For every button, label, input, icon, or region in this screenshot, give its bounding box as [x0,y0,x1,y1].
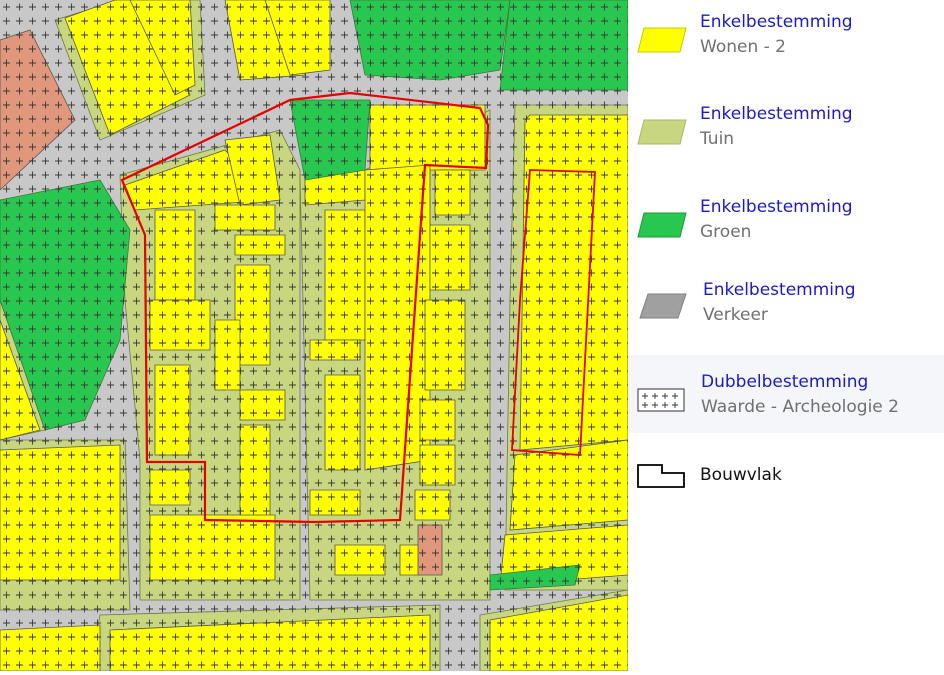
groen-swatch [637,212,687,238]
tuin-swatch [637,119,687,145]
legend-item-groen[interactable]: Enkelbestemming Groen [628,185,944,265]
legend-item-tuin[interactable]: Enkelbestemming Tuin [628,92,944,172]
legend-title: Bouwvlak [700,465,782,485]
legend-item-bouwvlak[interactable]: Bouwvlak [628,445,944,505]
legend-item-verkeer[interactable]: Enkelbestemming Verkeer [628,268,944,348]
archeologie-pattern [0,0,628,671]
legend-title: Dubbelbestemming [701,372,869,392]
legend: Enkelbestemming Wonen - 2 Enkelbestemmin… [628,0,944,671]
legend-subtitle: Tuin [700,129,735,149]
legend-subtitle: Waarde - Archeologie 2 [701,397,899,417]
legend-item-archeologie[interactable]: Dubbelbestemming Waarde - Archeologie 2 [628,355,944,433]
verkeer-swatch [639,293,687,319]
legend-item-wonen[interactable]: Enkelbestemming Wonen - 2 [628,0,944,80]
legend-title: Enkelbestemming [700,104,853,124]
legend-subtitle: Wonen - 2 [700,37,786,57]
legend-title: Enkelbestemming [700,197,853,217]
zoning-map[interactable] [0,0,629,672]
legend-subtitle: Groen [700,222,752,242]
wonen-swatch [637,27,687,53]
legend-subtitle: Verkeer [703,305,768,325]
archeologie-swatch [637,388,685,412]
legend-title: Enkelbestemming [700,12,853,32]
bouwvlak-swatch [637,464,685,488]
legend-title: Enkelbestemming [703,280,856,300]
